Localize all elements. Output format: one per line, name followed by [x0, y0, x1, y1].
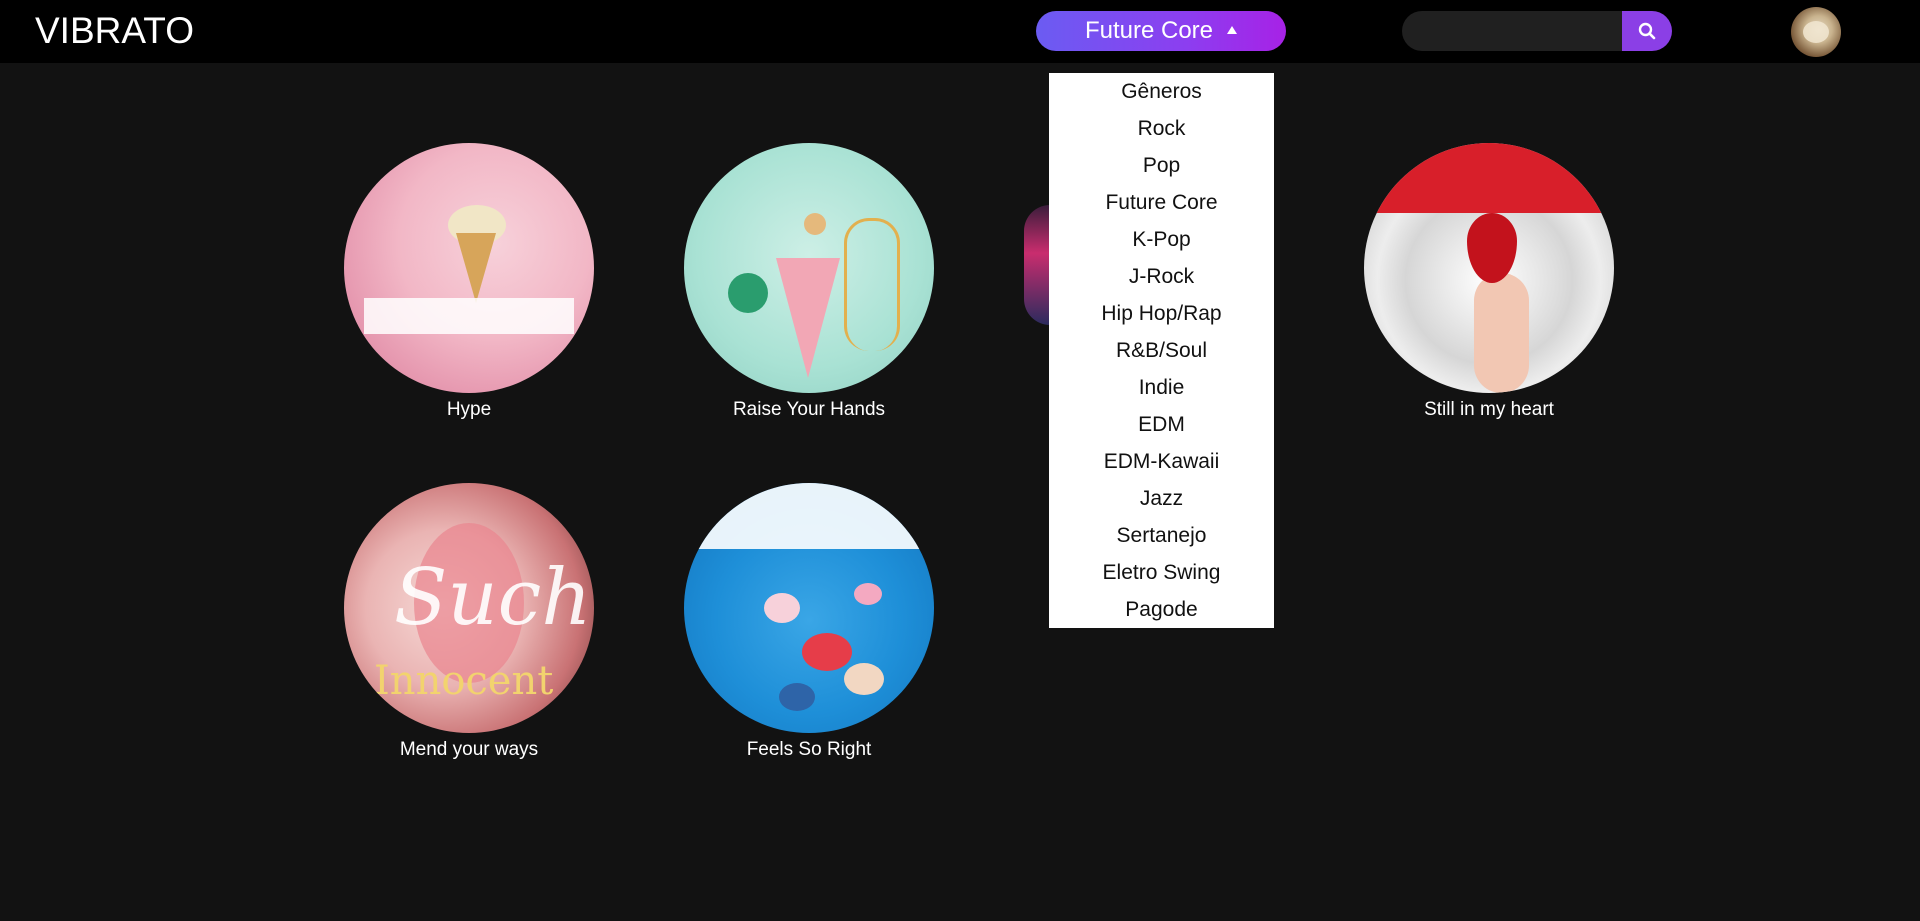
top-navigation-bar: VIBRATO Future Core — [0, 0, 1920, 63]
dropdown-item-rock[interactable]: Rock — [1049, 110, 1274, 147]
dropdown-item-jazz[interactable]: Jazz — [1049, 480, 1274, 517]
dropdown-item-j-rock[interactable]: J-Rock — [1049, 258, 1274, 295]
dropdown-item-edm-kawaii[interactable]: EDM-Kawaii — [1049, 443, 1274, 480]
avatar-face — [1803, 21, 1829, 43]
album-card-hype[interactable]: Hype — [344, 143, 594, 421]
album-art[interactable]: Such Innocent — [344, 483, 594, 733]
genre-select-label: Future Core — [1084, 17, 1214, 44]
album-card-mend-your-ways[interactable]: Such Innocent Mend your ways — [344, 483, 594, 761]
dropdown-item-pagode[interactable]: Pagode — [1049, 591, 1274, 628]
genre-select-button[interactable]: Future Core — [1036, 11, 1286, 51]
user-avatar[interactable] — [1791, 7, 1841, 57]
search-button[interactable] — [1622, 11, 1672, 51]
app-logo[interactable]: VIBRATO — [35, 10, 194, 52]
album-card-still-in-my-heart[interactable]: Still in my heart — [1364, 143, 1614, 421]
genre-dropdown-menu: Gêneros Rock Pop Future Core K-Pop J-Roc… — [1049, 73, 1274, 628]
dropdown-item-eletro-swing[interactable]: Eletro Swing — [1049, 554, 1274, 591]
album-art[interactable] — [684, 143, 934, 393]
album-art-partially-hidden[interactable] — [1024, 205, 1050, 325]
album-art-script: Such — [394, 553, 592, 643]
dropdown-item-indie[interactable]: Indie — [1049, 369, 1274, 406]
caret-up-icon — [1227, 26, 1238, 34]
album-title[interactable]: Mend your ways — [344, 739, 594, 761]
album-title[interactable]: Still in my heart — [1364, 399, 1614, 421]
dropdown-item-hip-hop-rap[interactable]: Hip Hop/Rap — [1049, 295, 1274, 332]
album-art-word: Innocent — [374, 658, 554, 704]
dropdown-item-edm[interactable]: EDM — [1049, 406, 1274, 443]
album-title[interactable]: Hype — [344, 399, 594, 421]
dropdown-item-pop[interactable]: Pop — [1049, 147, 1274, 184]
search-input[interactable] — [1402, 11, 1622, 51]
album-art[interactable] — [1364, 143, 1614, 393]
album-art[interactable] — [344, 143, 594, 393]
album-title[interactable]: Raise Your Hands — [684, 399, 934, 421]
dropdown-item-k-pop[interactable]: K-Pop — [1049, 221, 1274, 258]
album-art[interactable] — [684, 483, 934, 733]
dropdown-item-future-core[interactable]: Future Core — [1049, 184, 1274, 221]
album-card-feels-so-right[interactable]: Feels So Right — [684, 483, 934, 761]
search-icon — [1638, 22, 1656, 40]
search-bar — [1402, 11, 1672, 51]
album-title[interactable]: Feels So Right — [684, 739, 934, 761]
album-card-raise-your-hands[interactable]: Raise Your Hands — [684, 143, 934, 421]
dropdown-item-sertanejo[interactable]: Sertanejo — [1049, 517, 1274, 554]
dropdown-item-rnb-soul[interactable]: R&B/Soul — [1049, 332, 1274, 369]
dropdown-item-generos[interactable]: Gêneros — [1049, 73, 1274, 110]
